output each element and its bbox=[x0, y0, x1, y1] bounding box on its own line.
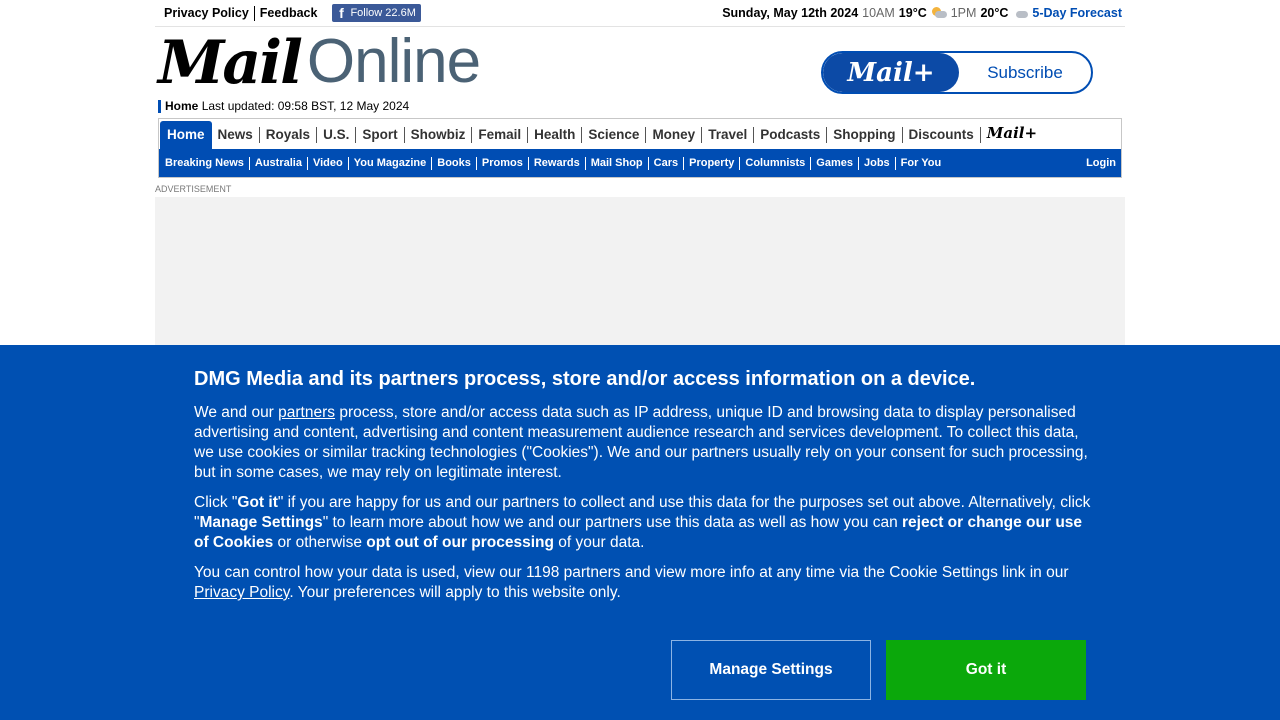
nav-item-money[interactable]: Money bbox=[646, 127, 703, 143]
subnav-books[interactable]: Books bbox=[432, 156, 477, 170]
subnav-breaking-news[interactable]: Breaking News bbox=[160, 156, 250, 170]
weather-time-2: 1PM bbox=[950, 6, 977, 20]
subnav-jobs[interactable]: Jobs bbox=[859, 156, 896, 170]
nav-item-podcasts[interactable]: Podcasts bbox=[754, 127, 828, 143]
facebook-follow-button[interactable]: f Follow 22.6M bbox=[332, 4, 421, 22]
subnav-for-you[interactable]: For You bbox=[896, 157, 947, 170]
weather-temp-2: 20°C bbox=[980, 6, 1009, 20]
logo-mail: Mail bbox=[158, 28, 303, 98]
subnav-property[interactable]: Property bbox=[684, 156, 741, 170]
nav-item-discounts[interactable]: Discounts bbox=[903, 127, 981, 143]
got-it-button[interactable]: Got it bbox=[886, 640, 1086, 700]
subscribe-button[interactable]: Mail+ Subscribe bbox=[821, 51, 1093, 94]
nav-item-femail[interactable]: Femail bbox=[472, 127, 529, 143]
nav-item-news[interactable]: News bbox=[212, 127, 260, 143]
main-navigation: Home News Royals U.S. Sport Showbiz Fema… bbox=[158, 118, 1122, 178]
manage-settings-button[interactable]: Manage Settings bbox=[671, 640, 871, 700]
nav-item-sport[interactable]: Sport bbox=[356, 127, 405, 143]
primary-nav: Home News Royals U.S. Sport Showbiz Fema… bbox=[159, 119, 1121, 149]
subnav-mail-shop[interactable]: Mail Shop bbox=[586, 156, 649, 170]
consent-p2-text-e: of your data. bbox=[554, 534, 645, 551]
subnav-cars[interactable]: Cars bbox=[649, 156, 685, 170]
consent-title: DMG Media and its partners process, stor… bbox=[194, 368, 976, 390]
consent-p3-text-a: You can control how your data is used, v… bbox=[194, 564, 1069, 581]
subnav-video[interactable]: Video bbox=[308, 156, 349, 170]
subnav-australia[interactable]: Australia bbox=[250, 156, 308, 170]
cookie-consent-banner: DMG Media and its partners process, stor… bbox=[0, 345, 1280, 720]
consent-p3-text-b: . Your preferences will apply to this we… bbox=[289, 584, 621, 601]
nav-item-home[interactable]: Home bbox=[160, 121, 212, 149]
consent-p2-manage: Manage Settings bbox=[199, 514, 323, 531]
divider bbox=[253, 5, 255, 21]
consent-paragraph-1: We and our partners process, store and/o… bbox=[194, 403, 1094, 483]
top-links: Privacy Policy Feedback bbox=[155, 5, 323, 21]
weather-time-1: 10AM bbox=[862, 6, 895, 20]
breadcrumb-home[interactable]: Home bbox=[165, 99, 198, 113]
privacy-policy-link[interactable]: Privacy Policy bbox=[164, 6, 254, 20]
partners-link[interactable]: partners bbox=[278, 404, 335, 421]
last-updated-text: Last updated: 09:58 BST, 12 May 2024 bbox=[201, 99, 410, 113]
consent-p2-optout: opt out of our processing bbox=[366, 534, 554, 551]
consent-content: DMG Media and its partners process, stor… bbox=[194, 367, 1094, 613]
nav-item-mail-plus[interactable]: Mail+ bbox=[981, 125, 1037, 141]
consent-p1-text-a: We and our bbox=[194, 404, 279, 421]
mailonline-logo[interactable]: Mail Online bbox=[158, 27, 481, 98]
advertisement-slot bbox=[155, 197, 1125, 347]
facebook-icon: f bbox=[339, 5, 344, 21]
five-day-forecast-link[interactable]: 5-Day Forecast bbox=[1032, 6, 1122, 20]
consent-p2-text-a: Click " bbox=[194, 494, 238, 511]
nav-item-royals[interactable]: Royals bbox=[260, 127, 318, 143]
page: Privacy Policy Feedback f Follow 22.6M S… bbox=[0, 0, 1280, 720]
nav-item-shopping[interactable]: Shopping bbox=[827, 127, 903, 143]
cloudy-icon bbox=[1012, 7, 1029, 19]
advertisement-label: ADVERTISEMENT bbox=[155, 184, 232, 194]
nav-item-science[interactable]: Science bbox=[582, 127, 647, 143]
subnav-rewards[interactable]: Rewards bbox=[529, 156, 586, 170]
mail-plus-logo: Mail+ bbox=[823, 53, 959, 92]
top-utility-bar: Privacy Policy Feedback f Follow 22.6M S… bbox=[155, 0, 1125, 27]
last-updated-bar: Home Last updated: 09:58 BST, 12 May 202… bbox=[158, 100, 409, 113]
consent-paragraph-3: You can control how your data is used, v… bbox=[194, 563, 1094, 603]
subscribe-label: Subscribe bbox=[987, 62, 1063, 82]
consent-p2-text-d: or otherwise bbox=[273, 534, 367, 551]
nav-item-showbiz[interactable]: Showbiz bbox=[405, 127, 473, 143]
facebook-follow-label: Follow 22.6M bbox=[350, 7, 416, 19]
subnav-you-magazine[interactable]: You Magazine bbox=[349, 156, 433, 170]
secondary-nav: Breaking News Australia Video You Magazi… bbox=[159, 149, 1121, 177]
consent-p2-text-c: " to learn more about how we and our par… bbox=[322, 514, 903, 531]
weather-widget: Sunday, May 12th 2024 10AM 19°C 1PM 20°C… bbox=[722, 6, 1125, 20]
feedback-link[interactable]: Feedback bbox=[260, 6, 323, 20]
nav-item-us[interactable]: U.S. bbox=[317, 127, 357, 143]
nav-item-travel[interactable]: Travel bbox=[702, 127, 755, 143]
privacy-policy-consent-link[interactable]: Privacy Policy bbox=[194, 584, 289, 601]
subnav-promos[interactable]: Promos bbox=[477, 156, 529, 170]
consent-p2-gotit: Got it bbox=[237, 494, 278, 511]
nav-item-health[interactable]: Health bbox=[528, 127, 583, 143]
current-date: Sunday, May 12th 2024 bbox=[722, 6, 859, 20]
subnav-games[interactable]: Games bbox=[811, 156, 859, 170]
subnav-columnists[interactable]: Columnists bbox=[740, 156, 812, 170]
partly-cloudy-icon bbox=[931, 7, 947, 19]
login-link[interactable]: Login bbox=[1086, 157, 1121, 169]
consent-paragraph-2: Click "Got it" if you are happy for us a… bbox=[194, 493, 1094, 553]
weather-temp-1: 19°C bbox=[898, 6, 927, 20]
logo-online: Online bbox=[306, 27, 481, 96]
